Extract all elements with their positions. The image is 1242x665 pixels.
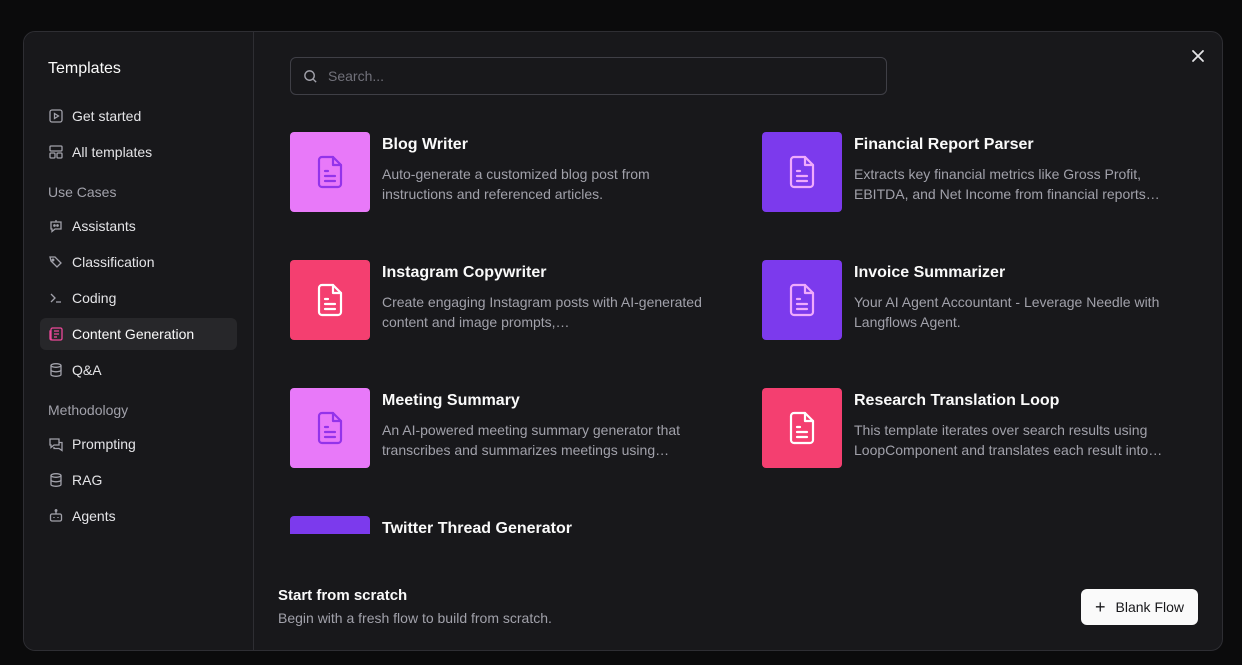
sidebar-item-rag[interactable]: RAG: [40, 464, 237, 496]
footer: Start from scratch Begin with a fresh fl…: [278, 566, 1198, 626]
card-description: Auto-generate a customized blog post fro…: [382, 166, 650, 202]
sidebar-item-agents[interactable]: Agents: [40, 500, 237, 532]
card-description: Extracts key financial metrics like Gros…: [854, 166, 1160, 202]
card-description: This template iterates over search resul…: [854, 422, 1163, 458]
card-title: Research Translation Loop: [854, 392, 1060, 409]
bot-icon: [48, 508, 64, 524]
template-grid: Blog Writer Auto-generate a customized b…: [290, 132, 1210, 534]
sidebar: Templates Get started All templates Use …: [24, 32, 254, 650]
file-text-icon: [317, 411, 343, 445]
search-input[interactable]: [328, 68, 868, 84]
footer-subtitle: Begin with a fresh flow to build from sc…: [278, 610, 552, 626]
card-title: Financial Report Parser: [854, 136, 1034, 153]
sidebar-item-coding[interactable]: Coding: [40, 282, 237, 314]
plus-icon: +: [1095, 597, 1106, 617]
sidebar-item-prompting[interactable]: Prompting: [40, 428, 237, 460]
file-text-icon: [789, 283, 815, 317]
sidebar-item-label: Coding: [72, 290, 117, 306]
card-description: Your AI Agent Accountant - Leverage Need…: [854, 294, 1160, 330]
sidebar-item-assistants[interactable]: Assistants: [40, 210, 237, 242]
play-square-icon: [48, 108, 64, 124]
sidebar-item-label: Content Generation: [72, 326, 195, 342]
template-card-instagram-copywriter[interactable]: Instagram Copywriter Create engaging Ins…: [290, 260, 730, 340]
close-button[interactable]: [1188, 46, 1208, 66]
file-text-icon: [789, 155, 815, 189]
template-card-research-translation-loop[interactable]: Research Translation Loop This template …: [762, 388, 1202, 468]
sidebar-item-label: Q&A: [72, 362, 102, 378]
sidebar-item-label: All templates: [72, 144, 153, 160]
file-text-icon: [317, 155, 343, 189]
card-description: Create engaging Instagram posts with AI-…: [382, 294, 702, 330]
terminal-icon: [48, 290, 64, 306]
sidebar-item-content-generation[interactable]: Content Generation: [40, 318, 237, 350]
sidebar-title: Templates: [48, 60, 121, 77]
bot-message-icon: [48, 218, 64, 234]
card-title: Invoice Summarizer: [854, 264, 1006, 281]
template-card-blog-writer[interactable]: Blog Writer Auto-generate a customized b…: [290, 132, 730, 212]
footer-title: Start from scratch: [278, 587, 408, 604]
sidebar-item-all-templates[interactable]: All templates: [40, 136, 237, 168]
layout-grid-icon: [48, 144, 64, 160]
sidebar-item-label: Classification: [72, 254, 155, 270]
card-thumbnail: [762, 260, 842, 340]
search-icon: [304, 69, 317, 83]
card-thumbnail: [762, 132, 842, 212]
message-square-text-icon: [48, 436, 64, 452]
use-cases-heading: Use Cases: [48, 184, 117, 200]
database-icon: [48, 472, 64, 488]
template-card-invoice-summarizer[interactable]: Invoice Summarizer Your AI Agent Account…: [762, 260, 1202, 340]
sidebar-item-label: Agents: [72, 508, 116, 524]
sidebar-item-label: Assistants: [72, 218, 136, 234]
card-thumbnail: [290, 388, 370, 468]
tags-icon: [48, 254, 64, 270]
card-title: Twitter Thread Generator: [382, 520, 572, 534]
sidebar-item-get-started[interactable]: Get started: [40, 100, 237, 132]
database-icon: [48, 362, 64, 378]
card-title: Blog Writer: [382, 136, 468, 153]
template-card-meeting-summary[interactable]: Meeting Summary An AI-powered meeting su…: [290, 388, 730, 468]
card-thumbnail: [290, 516, 370, 534]
template-card-financial-report-parser[interactable]: Financial Report Parser Extracts key fin…: [762, 132, 1202, 212]
blank-flow-button[interactable]: + Blank Flow: [1081, 589, 1198, 625]
card-title: Meeting Summary: [382, 392, 520, 409]
file-text-icon: [789, 411, 815, 445]
card-thumbnail: [290, 132, 370, 212]
sidebar-item-label: RAG: [72, 472, 103, 488]
sidebar-item-label: Prompting: [72, 436, 136, 452]
blank-flow-label: Blank Flow: [1115, 599, 1184, 615]
close-icon: [1192, 50, 1204, 62]
card-thumbnail: [762, 388, 842, 468]
methodology-heading: Methodology: [48, 402, 129, 418]
card-description: An AI-powered meeting summary generator …: [382, 422, 681, 458]
main-panel: Blog Writer Auto-generate a customized b…: [254, 32, 1222, 650]
templates-modal: Templates Get started All templates Use …: [23, 31, 1223, 651]
sidebar-item-qa[interactable]: Q&A: [40, 354, 237, 386]
template-card-twitter-thread-generator[interactable]: Twitter Thread Generator: [290, 516, 730, 534]
sidebar-item-label: Get started: [72, 108, 142, 124]
file-text-icon: [317, 283, 343, 317]
newspaper-icon: [48, 326, 64, 342]
search-box[interactable]: [290, 57, 887, 95]
card-title: Instagram Copywriter: [382, 264, 547, 281]
sidebar-item-classification[interactable]: Classification: [40, 246, 237, 278]
card-thumbnail: [290, 260, 370, 340]
